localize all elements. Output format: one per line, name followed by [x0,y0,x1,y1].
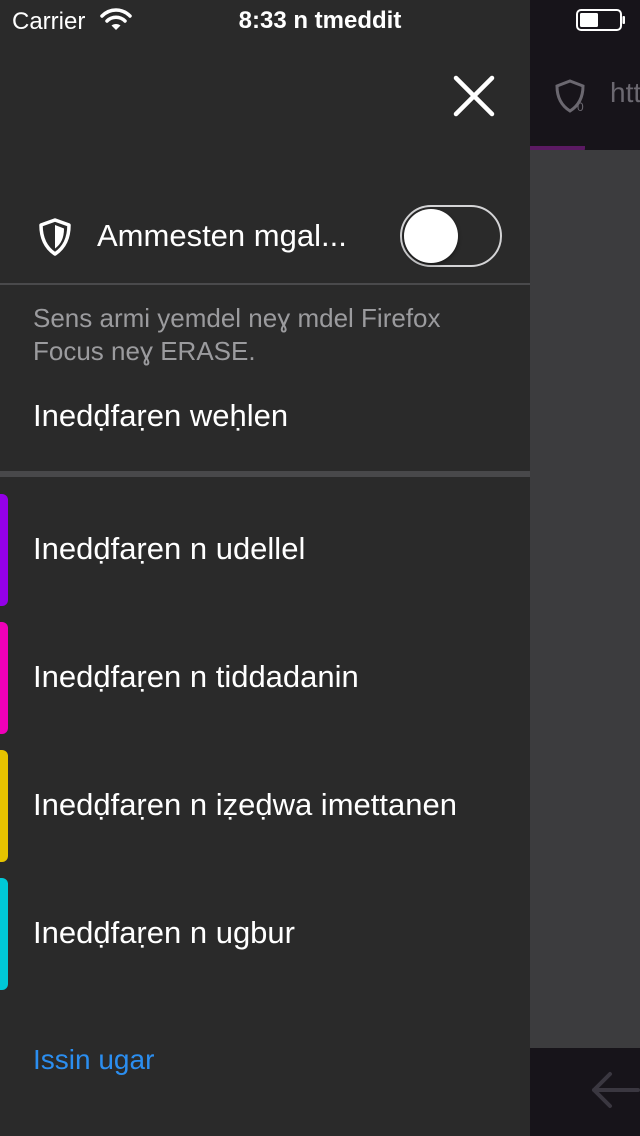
tracker-label: Inedḍfaṛen n ugbur [33,915,295,950]
shield-icon [39,218,71,256]
tracker-color-bar [0,878,8,990]
background-webview [530,150,640,1048]
status-bar: Carrier 8:33 n tmeddit [0,0,640,40]
tracker-row-social: Inedḍfaṛen n iẓeḍwa imettanen [0,750,530,862]
tracking-protection-label: Ammesten mgal... [97,218,347,253]
trackers-blocked-heading: Inedḍfaṛen weḥlen [33,398,289,433]
battery-icon [576,9,625,31]
tracking-protection-toggle[interactable] [400,205,502,267]
background-url-text: htt [610,77,640,108]
tracker-label: Inedḍfaṛen n tiddadanin [33,659,359,694]
tracking-protection-description: Sens armi yemdel neɣ mdel Firefox Focus … [33,303,441,366]
close-icon [453,75,495,117]
tracker-row-content: Inedḍfaṛen n ugbur [0,878,530,990]
background-tracking-shield-icon: 0 [555,79,585,114]
tracker-color-bar [0,622,8,734]
tracker-row-analytics: Inedḍfaṛen n tiddadanin [0,622,530,734]
tracker-row-ad: Inedḍfaṛen n udellel [0,494,530,606]
svg-text:0: 0 [577,100,584,114]
tracker-color-bar [0,750,8,862]
tracker-label: Inedḍfaṛen n udellel [33,531,306,566]
close-button[interactable] [446,68,502,124]
tracking-protection-drawer: Ammesten mgal... Sens armi yemdel neɣ md… [0,0,530,1136]
divider [0,283,530,285]
status-time: 8:33 n tmeddit [238,7,402,34]
section-divider [0,471,530,477]
background-back-arrow-icon [592,1072,640,1108]
tracking-protection-row: Ammesten mgal... [0,194,530,280]
toggle-knob [404,209,458,263]
tracker-color-bar [0,494,8,606]
learn-more-link[interactable]: Issin ugar [33,1044,154,1076]
tracker-label: Inedḍfaṛen n iẓeḍwa imettanen [33,787,457,822]
